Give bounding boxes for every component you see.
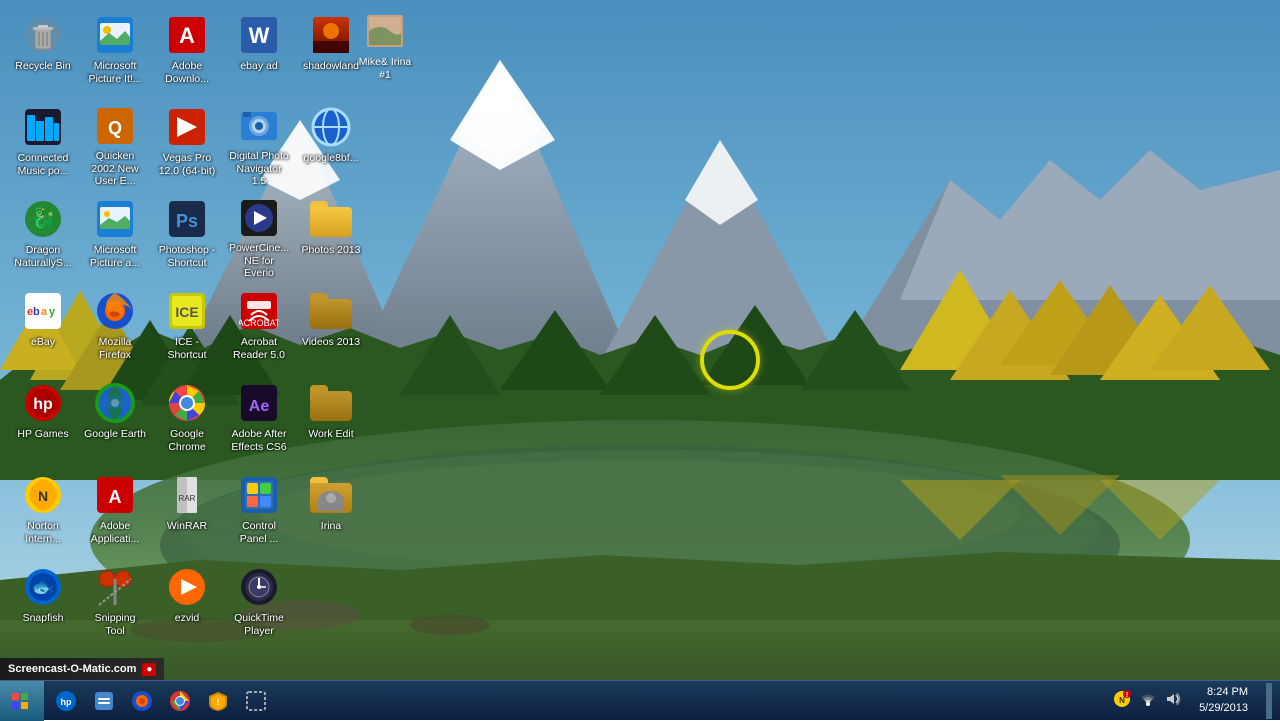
recycle-bin-icon[interactable]: Recycle Bin [8, 8, 78, 98]
svg-text:!: ! [1126, 692, 1128, 699]
svg-text:🐟: 🐟 [32, 577, 54, 597]
svg-text:🐉: 🐉 [31, 206, 56, 230]
taskbar: hp [0, 680, 1280, 720]
google-earth-icon[interactable]: Google Earth [80, 376, 150, 466]
snipping-tool-icon[interactable]: Snipping Tool [80, 560, 150, 650]
quicken-icon[interactable]: Q Quicken 2002 New User E... [80, 100, 150, 190]
connected-music-icon[interactable]: Connected Music po... [8, 100, 78, 190]
network-tray-icon[interactable] [1137, 688, 1159, 713]
norton-tray-icon[interactable]: N ! [1111, 688, 1133, 713]
clock-area[interactable]: 8:24 PM 5/29/2013 [1191, 685, 1256, 716]
adobe-downloader-icon[interactable]: A Adobe Downlo... [152, 8, 222, 98]
screencast-text: Screencast-O-Matic.com [8, 663, 136, 675]
videos-2013-icon[interactable]: Videos 2013 [296, 284, 366, 374]
after-effects-icon[interactable]: Ae Adobe After Effects CS6 [224, 376, 294, 466]
powercine-icon[interactable]: PowerCine... NE for Everio [224, 192, 294, 282]
svg-text:RAR: RAR [179, 494, 196, 503]
photos-2013-icon[interactable]: Photos 2013 [296, 192, 366, 282]
svg-text:a: a [41, 306, 48, 318]
selection-taskbar-icon[interactable] [238, 683, 274, 719]
norton-icon[interactable]: N Norton Intern... [8, 468, 78, 558]
snapfish-icon[interactable]: 🐟 Snapfish [8, 560, 78, 650]
cursor-highlight [700, 330, 760, 390]
start-button[interactable] [0, 681, 44, 721]
chrome-taskbar-icon[interactable] [162, 683, 198, 719]
ms-picture2-icon[interactable]: Microsoft Picture a... [80, 192, 150, 282]
date-display: 5/29/2013 [1199, 701, 1248, 716]
google-ie-icon[interactable]: google8bf... [296, 100, 366, 190]
svg-text:A: A [109, 487, 122, 507]
time-display: 8:24 PM [1207, 685, 1248, 700]
work-edit-icon[interactable]: Work Edit [296, 376, 366, 466]
windows-logo-icon [12, 693, 28, 709]
hp-taskbar-icon[interactable]: hp [48, 683, 84, 719]
svg-text:Ps: Ps [176, 211, 198, 231]
svg-text:hp: hp [33, 396, 53, 413]
quicktime-icon[interactable]: QuickTime Player [224, 560, 294, 650]
security-taskbar-icon[interactable]: ! [200, 683, 236, 719]
control-panel-icon[interactable]: Control Panel ... [224, 468, 294, 558]
clock-display[interactable]: 8:24 PM 5/29/2013 [1189, 683, 1258, 718]
svg-text:N: N [1119, 696, 1125, 705]
svg-text:!: ! [217, 697, 220, 707]
firefox-taskbar-icon[interactable] [124, 683, 160, 719]
volume-tray-icon[interactable] [1163, 688, 1185, 713]
dragon-icon[interactable]: 🐉 Dragon NaturallyS... [8, 192, 78, 282]
photoshop-icon[interactable]: Ps Photoshop - Shortcut [152, 192, 222, 282]
desktop-icons-area: Recycle Bin Microsoft Picture It!... A A… [0, 0, 380, 680]
svg-text:ICE: ICE [175, 304, 198, 320]
google-chrome-icon[interactable]: Google Chrome [152, 376, 222, 466]
ezvid-icon[interactable]: ezvid [152, 560, 222, 650]
system-tray: N ! 8:24 PM 5/29/2013 [1103, 681, 1280, 720]
vegas-pro-icon[interactable]: Vegas Pro 12.0 (64-bit) [152, 100, 222, 190]
svg-text:b: b [33, 306, 40, 318]
firefox-icon[interactable]: Mozilla Firefox [80, 284, 150, 374]
adobe-app-icon[interactable]: A Adobe Applicati... [80, 468, 150, 558]
svg-text:W: W [249, 23, 270, 48]
word-ebay-icon[interactable]: W ebay ad [224, 8, 294, 98]
hp-games-icon[interactable]: hp HP Games [8, 376, 78, 466]
touch-taskbar-icon[interactable] [86, 683, 122, 719]
irina-folder-icon[interactable]: Irina [296, 468, 366, 558]
svg-text:Ae: Ae [249, 398, 270, 415]
svg-text:Q: Q [108, 118, 122, 138]
svg-text:A: A [179, 23, 195, 48]
svg-text:hp: hp [61, 697, 72, 707]
screencast-badge[interactable]: ● [142, 663, 156, 676]
ms-picture-it-icon[interactable]: Microsoft Picture It!... [80, 8, 150, 98]
svg-text:y: y [49, 306, 56, 318]
mike-irina-icon[interactable]: Mike& Irina #1 [350, 4, 420, 85]
digital-photo-icon[interactable]: Digital Photo Navigator 1.5 [224, 100, 294, 190]
winrar-icon[interactable]: RAR WinRAR [152, 468, 222, 558]
show-desktop-button[interactable] [1266, 683, 1272, 719]
screencast-bar: Screencast-O-Matic.com ● [0, 658, 164, 680]
ebay-icon[interactable]: e b a y eBay [8, 284, 78, 374]
svg-text:ACROBAT: ACROBAT [239, 318, 279, 328]
svg-text:N: N [38, 488, 48, 504]
ice-shortcut-icon[interactable]: ICE ICE - Shortcut [152, 284, 222, 374]
acrobat-icon[interactable]: ACROBAT Acrobat Reader 5.0 [224, 284, 294, 374]
taskbar-pinned-icons: hp [44, 683, 278, 719]
